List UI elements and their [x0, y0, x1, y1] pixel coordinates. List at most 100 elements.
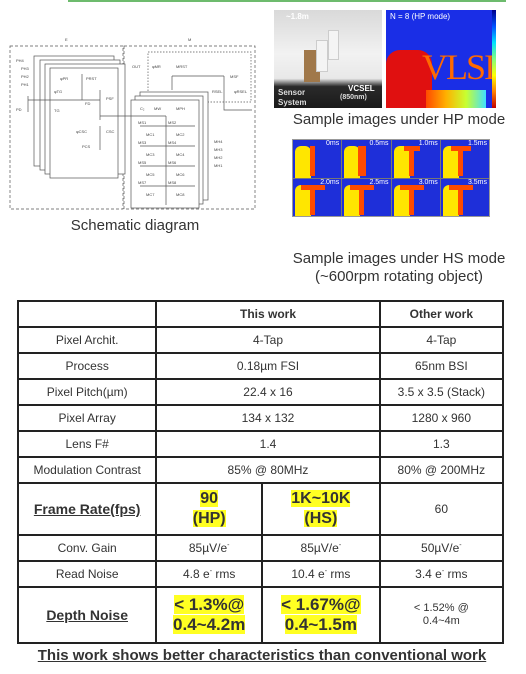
svg-text:MS3: MS3: [138, 140, 147, 145]
svg-text:PSF: PSF: [106, 96, 114, 101]
svg-text:MH3: MH3: [214, 147, 223, 152]
read-noise-row: Read Noise 4.8 e- rms 10.4 e- rms 3.4 e-…: [16, 560, 505, 588]
hs-frame: 0ms: [293, 140, 342, 178]
schematic-diagram: E M PH4 PH3 PH2 PH1 PD φTG TG φPR PRST F…: [9, 37, 256, 210]
hs-frame: 2.0ms: [293, 178, 342, 216]
svg-text:MC7: MC7: [146, 192, 155, 197]
svg-text:φCSC: φCSC: [76, 129, 87, 134]
svg-text:MC5: MC5: [146, 172, 155, 177]
svg-text:MW: MW: [154, 106, 161, 111]
svg-text:φMR: φMR: [152, 64, 161, 69]
row-label: Process: [16, 352, 158, 380]
conv-gain-other: 50µV/e-: [378, 534, 505, 562]
table-row: Process 0.18µm FSI 65nm BSI: [16, 352, 505, 380]
svg-text:PH3: PH3: [21, 66, 30, 71]
sensor-label: Sensor: [278, 88, 306, 97]
conv-gain-hs: 85µV/e-: [261, 534, 381, 562]
svg-text:E: E: [65, 37, 68, 42]
hs-frame: 3.5ms: [440, 178, 489, 216]
svg-text:MC6: MC6: [176, 172, 185, 177]
other-work-value: 1.3: [378, 430, 505, 458]
this-work-value: 134 x 132: [155, 404, 381, 432]
svg-text:MC2: MC2: [176, 132, 185, 137]
top-accent-line: [68, 0, 506, 2]
other-work-value: 65nm BSI: [378, 352, 505, 380]
svg-text:φTG: φTG: [54, 89, 62, 94]
row-label: Modulation Contrast: [16, 456, 158, 484]
svg-text:PH1: PH1: [21, 82, 30, 87]
row-label: Read Noise: [16, 560, 158, 588]
header-this-work: This work: [155, 300, 381, 328]
this-work-value: 4-Tap: [155, 326, 381, 354]
hp-mode-label: N = 8 (HP mode): [390, 12, 451, 21]
svg-text:FD: FD: [85, 101, 90, 106]
header-other-work: Other work: [378, 300, 505, 328]
row-label: Pixel Archit.: [16, 326, 158, 354]
svg-text:PCS: PCS: [82, 144, 91, 149]
svg-text:MS7: MS7: [138, 180, 147, 185]
hs-caption-line1: Sample images under HS mode: [292, 250, 506, 267]
vcsel-label: VCSEL: [348, 84, 375, 93]
frame-rate-hp: 90 (HP): [155, 482, 264, 536]
svg-text:PH4: PH4: [16, 58, 25, 63]
hs-caption-line2: (~600rpm rotating object): [314, 268, 483, 285]
svg-text:MC1: MC1: [146, 132, 155, 137]
svg-text:MH2: MH2: [214, 155, 223, 160]
svg-text:MC3: MC3: [146, 152, 155, 157]
hp-depth-image: VLSI N = 8 (HP mode): [386, 10, 496, 108]
svg-text:PRST: PRST: [86, 76, 97, 81]
svg-text:MC4: MC4: [176, 152, 185, 157]
this-work-value: 0.18µm FSI: [155, 352, 381, 380]
svg-text:MC8: MC8: [176, 192, 185, 197]
other-work-value: 1280 x 960: [378, 404, 505, 432]
read-noise-hp: 4.8 e- rms: [155, 560, 264, 588]
hs-frame: 0.5ms: [342, 140, 391, 178]
row-label: Pixel Array: [16, 404, 158, 432]
table-row: Pixel Archit. 4-Tap 4-Tap: [16, 326, 505, 354]
svg-text:MS1: MS1: [138, 120, 147, 125]
frame-rate-row: Frame Rate(fps) 90 (HP) 1K~10K (HS) 60: [16, 482, 505, 536]
setup-photo: ~1.8m VCSEL (850nm) Sensor System: [274, 10, 382, 108]
system-label: System: [278, 98, 307, 107]
svg-text:MRST: MRST: [176, 64, 188, 69]
other-work-value: 4-Tap: [378, 326, 505, 354]
this-work-value: 1.4: [155, 430, 381, 458]
hs-caption: Sample images under HS mode (~600rpm rot…: [272, 250, 526, 286]
header-empty: [16, 300, 158, 328]
this-work-value: 85% @ 80MHz: [155, 456, 381, 484]
hs-frame: 1.0ms: [391, 140, 440, 178]
svg-text:RSEL: RSEL: [212, 89, 223, 94]
table-row: Pixel Array 134 x 132 1280 x 960: [16, 404, 505, 432]
svg-text:MS4: MS4: [168, 140, 177, 145]
table-row: Modulation Contrast 85% @ 80MHz 80% @ 20…: [16, 456, 505, 484]
svg-text:OUT: OUT: [132, 64, 141, 69]
svg-text:MS6: MS6: [168, 160, 177, 165]
svg-text:C₂: C₂: [140, 106, 145, 111]
svg-text:φRSEL: φRSEL: [234, 89, 248, 94]
frame-rate-hs: 1K~10K (HS): [261, 482, 381, 536]
schematic-caption: Schematic diagram: [70, 217, 200, 234]
hs-image-grid: 0ms 0.5ms 1.0ms 1.5ms 2.0ms 2.5ms 3.0ms …: [292, 139, 490, 217]
svg-text:MSF: MSF: [230, 74, 239, 79]
this-work-value: 22.4 x 16: [155, 378, 381, 406]
row-label: Pixel Pitch(µm): [16, 378, 158, 406]
svg-text:MS8: MS8: [168, 180, 177, 185]
conclusion-text: This work shows better characteristics t…: [37, 647, 487, 664]
svg-text:φPR: φPR: [60, 76, 68, 81]
svg-text:MS5: MS5: [138, 160, 147, 165]
depth-noise-hp: < 1.3%@ 0.4~4.2m: [155, 586, 264, 644]
distance-label: ~1.8m: [286, 12, 309, 21]
frame-rate-other: 60: [378, 482, 505, 536]
row-label: Depth Noise: [16, 586, 158, 644]
depth-noise-other: < 1.52% @0.4~4m: [378, 586, 505, 644]
hs-frame: 2.5ms: [342, 178, 391, 216]
read-noise-hs: 10.4 e- rms: [261, 560, 381, 588]
depth-noise-row: Depth Noise < 1.3%@ 0.4~4.2m < 1.67%@ 0.4~…: [16, 586, 505, 644]
depth-noise-hs: < 1.67%@ 0.4~1.5m: [261, 586, 381, 644]
hs-frame: 1.5ms: [440, 140, 489, 178]
vcsel-wavelength-label: (850nm): [340, 94, 367, 101]
read-noise-other: 3.4 e- rms: [378, 560, 505, 588]
table-row: Lens F# 1.4 1.3: [16, 430, 505, 458]
svg-text:MPH: MPH: [176, 106, 185, 111]
svg-text:MS2: MS2: [168, 120, 177, 125]
